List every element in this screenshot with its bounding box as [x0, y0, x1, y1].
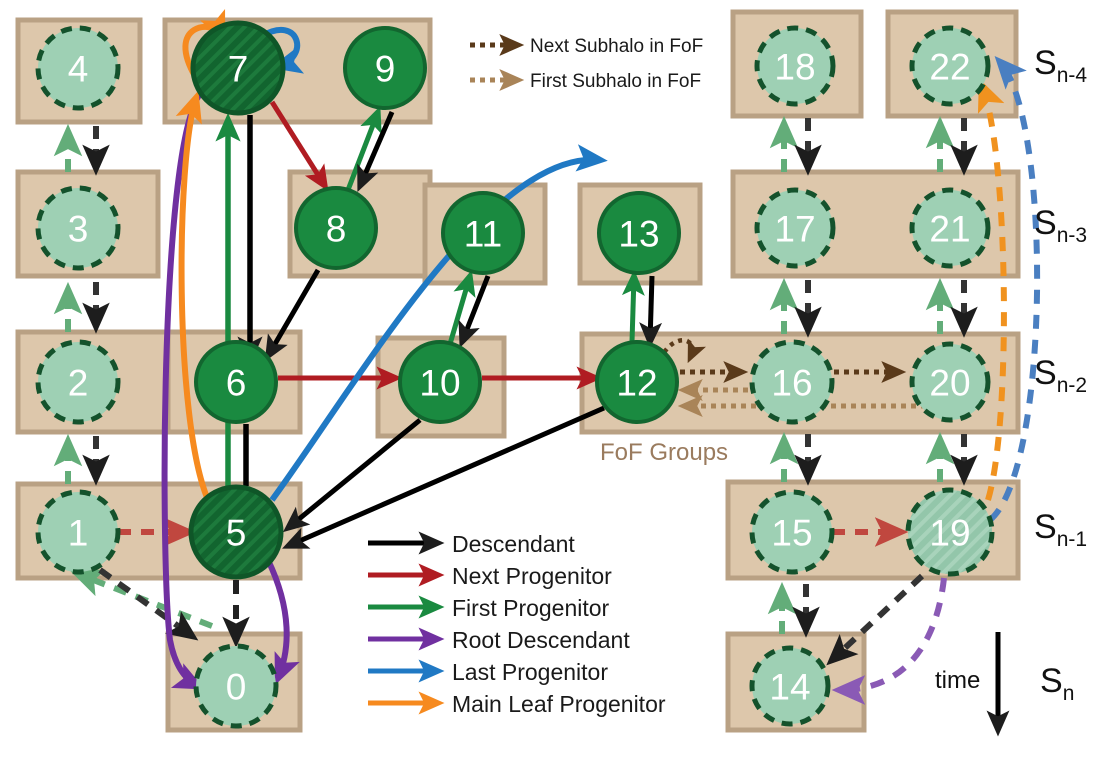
- node-label: 1: [68, 513, 89, 554]
- node-label: 19: [929, 513, 970, 554]
- node-17[interactable]: 17: [754, 187, 836, 269]
- node-12[interactable]: 12: [595, 340, 679, 424]
- node-label: 7: [228, 49, 249, 90]
- node-label: 15: [771, 513, 812, 554]
- descendant-link: [282, 418, 422, 533]
- snapshot-label-sn3: Sn-3: [1034, 204, 1087, 248]
- snapshot-base: S: [1034, 204, 1057, 242]
- node-8[interactable]: 8: [294, 186, 378, 270]
- node-label: 8: [326, 209, 347, 250]
- snapshot-label-sn: Sn: [1040, 662, 1074, 706]
- node-22[interactable]: 22: [909, 25, 991, 107]
- node-19[interactable]: 19: [905, 487, 995, 577]
- node-18[interactable]: 18: [754, 25, 836, 107]
- node-6[interactable]: 6: [194, 340, 278, 424]
- node-label: 10: [419, 363, 460, 404]
- last-progenitor-link: [987, 55, 1041, 523]
- node-label: 16: [771, 363, 812, 404]
- legend-label-5: Main Leaf Progenitor: [452, 691, 666, 717]
- snapshot-base: S: [1034, 44, 1057, 82]
- descendant-link: [826, 573, 925, 666]
- node-16[interactable]: 16: [749, 339, 835, 425]
- descendant-link: [639, 275, 663, 349]
- node-13[interactable]: 13: [597, 191, 681, 275]
- node-label: 6: [226, 363, 247, 404]
- snapshot-sub: n-3: [1056, 223, 1088, 247]
- main-leaf-link: [175, 90, 211, 502]
- legend-label-0: Descendant: [452, 531, 575, 557]
- node-label: 22: [929, 47, 970, 88]
- time-label: time: [935, 667, 980, 694]
- snapshot-sub: n-2: [1056, 373, 1088, 397]
- snapshot-sub: n: [1062, 681, 1075, 705]
- snapshot-label-sn4: Sn-4: [1034, 44, 1087, 88]
- legend-label-4: Last Progenitor: [452, 659, 608, 685]
- node-0[interactable]: 0: [193, 643, 279, 729]
- node-4[interactable]: 4: [35, 25, 121, 111]
- node-1[interactable]: 1: [35, 489, 121, 575]
- legend-main: Descendant Next Progenitor First Progeni…: [368, 531, 666, 717]
- node-label: 11: [464, 214, 502, 255]
- diagram-canvas: 4 7 9 18 22 3 8 11 13 17 21 2 6 10 12 16…: [15, 9, 1041, 737]
- node-label: 0: [226, 667, 247, 708]
- legend-fof-label-1: First Subhalo in FoF: [530, 71, 701, 92]
- node-label: 5: [226, 513, 247, 554]
- node-label: 12: [616, 363, 657, 404]
- node-label: 18: [774, 47, 815, 88]
- node-label: 9: [375, 49, 396, 90]
- snapshot-base: S: [1040, 662, 1063, 700]
- node-label: 21: [929, 209, 970, 250]
- node-label: 17: [774, 209, 815, 250]
- node-9[interactable]: 9: [343, 26, 427, 110]
- legend-fof: Next Subhalo in FoF First Subhalo in FoF: [470, 34, 703, 92]
- time-axis: time: [935, 632, 1010, 737]
- snapshot-sub: n-4: [1056, 63, 1088, 87]
- node-7[interactable]: 7: [190, 20, 286, 116]
- node-label: 3: [68, 209, 89, 250]
- node-10[interactable]: 10: [398, 340, 482, 424]
- merger-tree-figure: 4 7 9 18 22 3 8 11 13 17 21 2 6 10 12 16…: [0, 0, 1120, 762]
- snapshot-base: S: [1034, 508, 1057, 546]
- node-label: 14: [769, 667, 810, 708]
- node-label: 13: [618, 214, 659, 255]
- legend-fof-label-0: Next Subhalo in FoF: [530, 36, 703, 57]
- fof-groups-label: FoF Groups: [600, 439, 728, 466]
- node-20[interactable]: 20: [909, 341, 991, 423]
- snapshot-base: S: [1034, 354, 1057, 392]
- first-progenitor-link: [621, 269, 645, 343]
- node-label: 2: [68, 363, 89, 404]
- legend-label-3: Root Descendant: [452, 627, 630, 653]
- node-2[interactable]: 2: [35, 339, 121, 425]
- node-14[interactable]: 14: [749, 645, 831, 727]
- node-21[interactable]: 21: [909, 187, 991, 269]
- node-5[interactable]: 5: [188, 484, 284, 580]
- node-label: 4: [68, 49, 89, 90]
- legend-label-1: Next Progenitor: [452, 563, 612, 589]
- snapshot-label-sn1: Sn-1: [1034, 508, 1087, 552]
- legend-label-2: First Progenitor: [452, 595, 610, 621]
- snapshot-label-sn2: Sn-2: [1034, 354, 1087, 398]
- node-15[interactable]: 15: [749, 489, 835, 575]
- node-label: 20: [929, 363, 970, 404]
- snapshot-sub: n-1: [1056, 527, 1088, 551]
- node-3[interactable]: 3: [35, 185, 121, 271]
- main-leaf-link: [977, 78, 1007, 501]
- node-11[interactable]: 11: [441, 191, 525, 275]
